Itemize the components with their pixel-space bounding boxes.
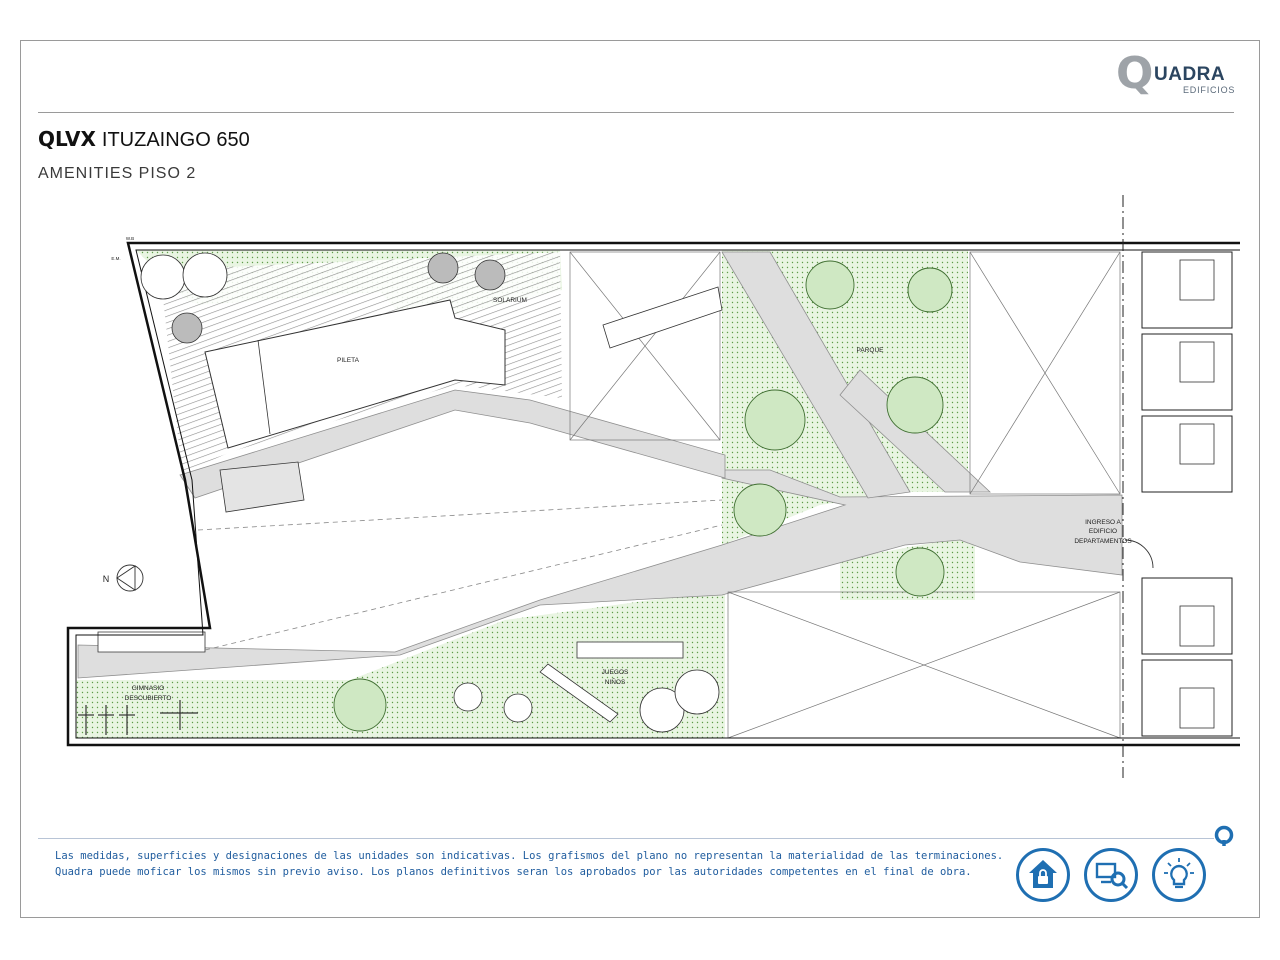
tree-icon bbox=[733, 483, 787, 537]
label-park: PARQUE bbox=[857, 347, 885, 354]
label-gym-2: DESCUBIERTO bbox=[125, 695, 172, 702]
quadra-mark-icon bbox=[1214, 825, 1234, 846]
label-pool: PILETA bbox=[337, 357, 360, 364]
label-kids-2: NIÑOS bbox=[605, 677, 626, 686]
play-table-icon bbox=[503, 693, 533, 723]
planter-circle bbox=[182, 252, 228, 298]
label-solarium: SOLARIUM bbox=[493, 297, 527, 304]
tree-icon bbox=[744, 389, 806, 451]
planter-circle bbox=[674, 669, 720, 715]
umbrella-icon bbox=[474, 259, 506, 291]
umbrella-icon bbox=[171, 312, 203, 344]
planter-circle bbox=[140, 254, 186, 300]
security-button[interactable] bbox=[1016, 848, 1070, 902]
label-north: N bbox=[103, 574, 110, 584]
beds bbox=[1179, 259, 1215, 729]
play-table-icon bbox=[453, 682, 483, 712]
label-gym-1: GIMNASIO bbox=[132, 685, 165, 692]
tree-icon bbox=[907, 267, 953, 313]
label-entry-1: INGRESO A bbox=[1085, 519, 1121, 526]
computer-settings-icon bbox=[1095, 862, 1129, 890]
disclaimer-text: Las medidas, superficies y designaciones… bbox=[55, 848, 1004, 880]
edge-mark: W.B bbox=[126, 236, 134, 241]
north-arrow-icon bbox=[116, 564, 144, 592]
tree-icon bbox=[886, 376, 944, 434]
label-entry-2: EDIFICIO bbox=[1089, 528, 1117, 535]
label-entry-3: DEPARTAMENTOS bbox=[1074, 538, 1132, 545]
tree-icon bbox=[333, 678, 387, 732]
ladder-frame bbox=[576, 641, 684, 659]
ideas-button[interactable] bbox=[1152, 848, 1206, 902]
unit-column bbox=[1141, 251, 1233, 737]
disclaimer-line: Quadra puede moficar los mismos sin prev… bbox=[55, 866, 972, 878]
edge-mark: E.M. bbox=[111, 256, 120, 261]
stair-north bbox=[602, 286, 723, 349]
home-lock-icon bbox=[1029, 860, 1057, 888]
footer-divider bbox=[38, 838, 1214, 839]
lightbulb-idea-icon bbox=[1164, 858, 1194, 889]
technology-button[interactable] bbox=[1084, 848, 1138, 902]
umbrella-icon bbox=[427, 252, 459, 284]
disclaimer-line: Las medidas, superficies y designaciones… bbox=[55, 850, 1004, 862]
tree-icon bbox=[805, 260, 855, 310]
stair-pool bbox=[219, 461, 305, 513]
tree-icon bbox=[895, 547, 945, 597]
floor-plan: PILETA SOLARIUM PARQUE INGRESO A EDIFICI… bbox=[66, 195, 1240, 778]
label-kids-1: JUEGOS bbox=[602, 669, 629, 676]
